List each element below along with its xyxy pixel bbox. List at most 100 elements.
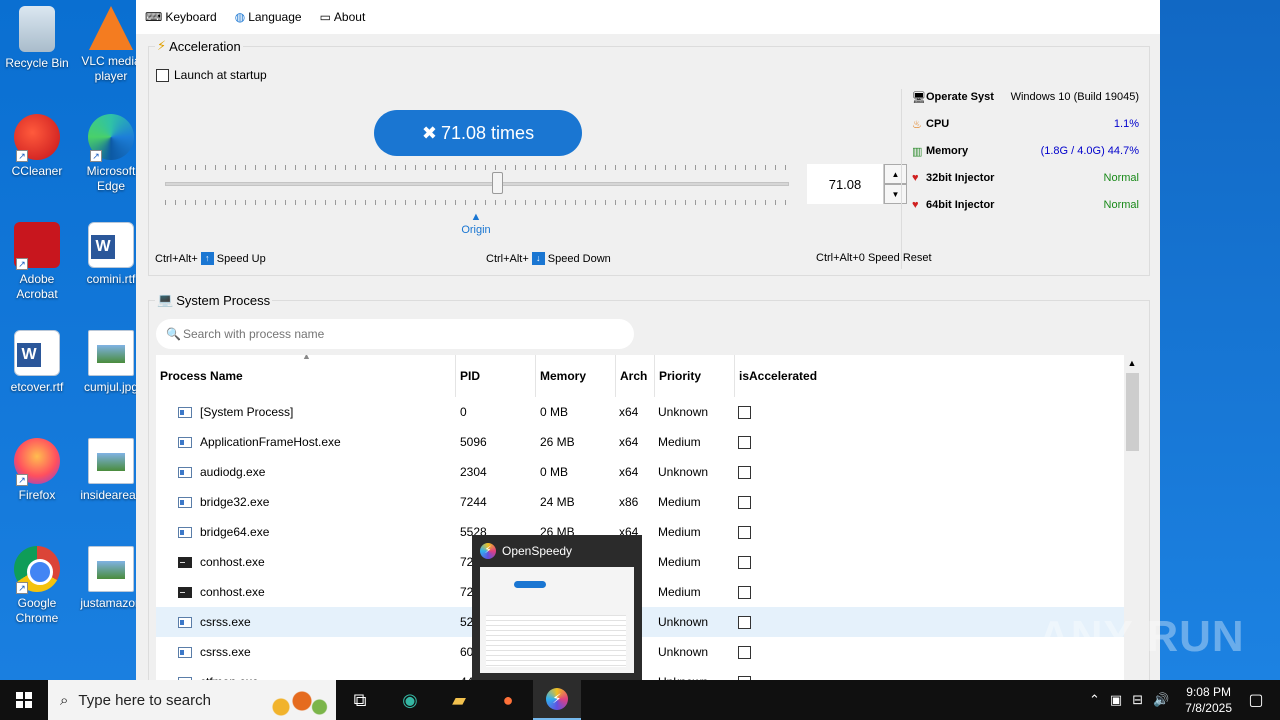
injector64-value: Normal — [1103, 199, 1139, 211]
desktop-icon-acrobat[interactable]: ↗ Adobe Acrobat — [0, 222, 74, 302]
is-accelerated-checkbox[interactable] — [738, 405, 751, 419]
priority-cell-text: Unknown — [658, 645, 709, 659]
shortcut-arrow-icon: ↗ — [16, 150, 28, 162]
cpu-label: CPU — [926, 118, 950, 130]
is-accelerated-cell — [738, 607, 778, 637]
window-icon — [178, 466, 192, 478]
desktop-icon-chrome[interactable]: ↗ Google Chrome — [0, 546, 74, 626]
memory-cell-text: 26 MB — [540, 435, 575, 449]
arrow-down-key-icon: ↓ — [531, 252, 545, 265]
launch-at-startup-label: Launch at startup — [174, 68, 267, 82]
preview-thumbnail[interactable] — [480, 567, 634, 673]
menu-keyboard[interactable]: ⌨ Keyboard — [145, 10, 217, 24]
taskbar-firefox[interactable]: ● — [484, 680, 532, 720]
table-row[interactable]: [System Process] 0 0 MB x64 Unknown — [156, 397, 1124, 427]
table-row[interactable]: bridge32.exe 7244 24 MB x86 Medium — [156, 487, 1124, 517]
memory-value: (1.8G / 4.0G) 44.7% — [1040, 145, 1139, 157]
heart-icon: ♥ — [912, 172, 919, 184]
is-accelerated-checkbox[interactable] — [738, 555, 751, 569]
taskbar-file-explorer[interactable]: ▰ — [435, 680, 483, 720]
priority-cell-text: Medium — [658, 525, 701, 539]
process-name-cell-text: ApplicationFrameHost.exe — [200, 435, 341, 449]
chevron-up-icon[interactable]: ⌃ — [1089, 692, 1100, 708]
priority-cell: Medium — [658, 517, 734, 547]
scrollbar-thumb[interactable] — [1126, 373, 1139, 451]
column-header-arch[interactable]: Arch — [616, 355, 655, 397]
column-header-is-accelerated[interactable]: isAccelerated — [735, 355, 845, 397]
process-search-input[interactable] — [182, 327, 623, 341]
arch-cell-text: x86 — [619, 495, 639, 509]
openspeedy-icon: ⚡ — [546, 688, 568, 710]
priority-cell-text: Medium — [658, 555, 701, 569]
console-icon — [178, 586, 192, 598]
memory-label: Memory — [926, 145, 969, 157]
is-accelerated-checkbox[interactable] — [738, 495, 751, 509]
column-header-priority[interactable]: Priority — [655, 355, 735, 397]
table-row[interactable]: audiodg.exe 2304 0 MB x64 Unknown — [156, 457, 1124, 487]
table-header: ▲ Process Name PID Memory Arch Priority … — [156, 355, 1124, 397]
is-accelerated-checkbox[interactable] — [738, 645, 751, 659]
pid-cell: 7244 — [460, 487, 534, 517]
network-icon[interactable]: ⊟ — [1132, 692, 1143, 708]
taskbar-window-preview[interactable]: ⚡ OpenSpeedy — [472, 535, 642, 680]
injector32-value: Normal — [1103, 172, 1139, 184]
column-header-memory[interactable]: Memory — [536, 355, 616, 397]
triangle-up-icon: ▲ — [470, 211, 482, 223]
speed-slider[interactable] — [165, 159, 789, 209]
taskbar: ⌕ Type here to search ⧉ ◉ ▰ ● ⚡ ⌃ ▣ ⊟ 🔊 … — [0, 680, 1280, 720]
notification-center-button[interactable]: ▢ — [1232, 680, 1280, 720]
speed-multiplier-badge: ✖ 71.08 times — [374, 110, 582, 156]
process-name-cell: csrss.exe — [178, 607, 454, 637]
desktop-icon-recycle-bin[interactable]: Recycle Bin — [0, 6, 74, 71]
is-accelerated-checkbox[interactable] — [738, 585, 751, 599]
taskbar-clock[interactable]: 9:08 PM 7/8/2025 — [1185, 684, 1232, 716]
column-header-pid[interactable]: PID — [456, 355, 536, 397]
priority-cell: Unknown — [658, 397, 734, 427]
priority-cell-text: Unknown — [658, 615, 709, 629]
taskbar-openspeedy[interactable]: ⚡ — [533, 680, 581, 720]
is-accelerated-checkbox[interactable] — [738, 525, 751, 539]
priority-cell: Unknown — [658, 607, 734, 637]
window-icon — [178, 436, 192, 448]
desktop-icon-ccleaner[interactable]: ↗ CCleaner — [0, 114, 74, 179]
device-icon[interactable]: ▣ — [1110, 692, 1122, 708]
menu-keyboard-label: Keyboard — [165, 10, 217, 24]
process-name-cell-text: bridge64.exe — [200, 525, 270, 539]
is-accelerated-checkbox[interactable] — [738, 465, 751, 479]
menu-about[interactable]: ▭ About — [320, 10, 366, 24]
is-accelerated-cell — [738, 457, 778, 487]
taskbar-edge[interactable]: ◉ — [386, 680, 434, 720]
is-accelerated-checkbox[interactable] — [738, 435, 751, 449]
edge-icon: ◉ — [402, 689, 418, 710]
volume-icon[interactable]: 🔊 — [1153, 692, 1169, 708]
menu-language[interactable]: ◍ Language — [235, 10, 302, 24]
slider-thumb[interactable] — [492, 172, 503, 194]
anyrun-watermark: ANY RUN — [1038, 612, 1245, 661]
launch-at-startup-checkbox[interactable]: Launch at startup — [156, 68, 267, 82]
slider-track[interactable] — [165, 182, 789, 186]
speed-spinbox-value[interactable]: 71.08 — [807, 164, 883, 204]
task-view-button[interactable]: ⧉ — [336, 680, 384, 720]
process-search-box[interactable]: 🔍 — [156, 319, 634, 349]
info-row-os: 🖥 Operate System Windows 10 (Build 19045… — [912, 89, 1139, 105]
is-accelerated-checkbox[interactable] — [738, 615, 751, 629]
table-row[interactable]: ApplicationFrameHost.exe 5096 26 MB x64 Medi… — [156, 427, 1124, 457]
os-value: Windows 10 (Build 19045) — [1010, 91, 1139, 103]
acceleration-title: ⚡ Acceleration — [155, 38, 243, 54]
scroll-up-arrow-icon[interactable]: ▲ — [1124, 355, 1140, 371]
start-button[interactable] — [0, 680, 48, 720]
process-name-cell-text: csrss.exe — [200, 645, 251, 659]
desktop-icon-etcover[interactable]: etcover.rtf — [0, 330, 74, 395]
taskbar-search-box[interactable]: ⌕ Type here to search — [48, 680, 336, 720]
hotkey-speed-down-prefix: Ctrl+Alt+ — [486, 252, 529, 265]
checkbox-box[interactable] — [156, 68, 169, 82]
column-header-name[interactable]: ▲ Process Name — [156, 355, 456, 397]
speed-spinbox[interactable]: 71.08 ▲ ▼ — [807, 164, 907, 204]
window-icon — [178, 526, 192, 538]
priority-cell-text: Unknown — [658, 465, 709, 479]
ccleaner-icon: ↗ — [14, 114, 60, 162]
arch-cell-text: x64 — [619, 465, 639, 479]
desktop-icon-firefox[interactable]: ↗ Firefox — [0, 438, 74, 503]
is-accelerated-cell — [738, 427, 778, 457]
priority-cell: Unknown — [658, 637, 734, 667]
